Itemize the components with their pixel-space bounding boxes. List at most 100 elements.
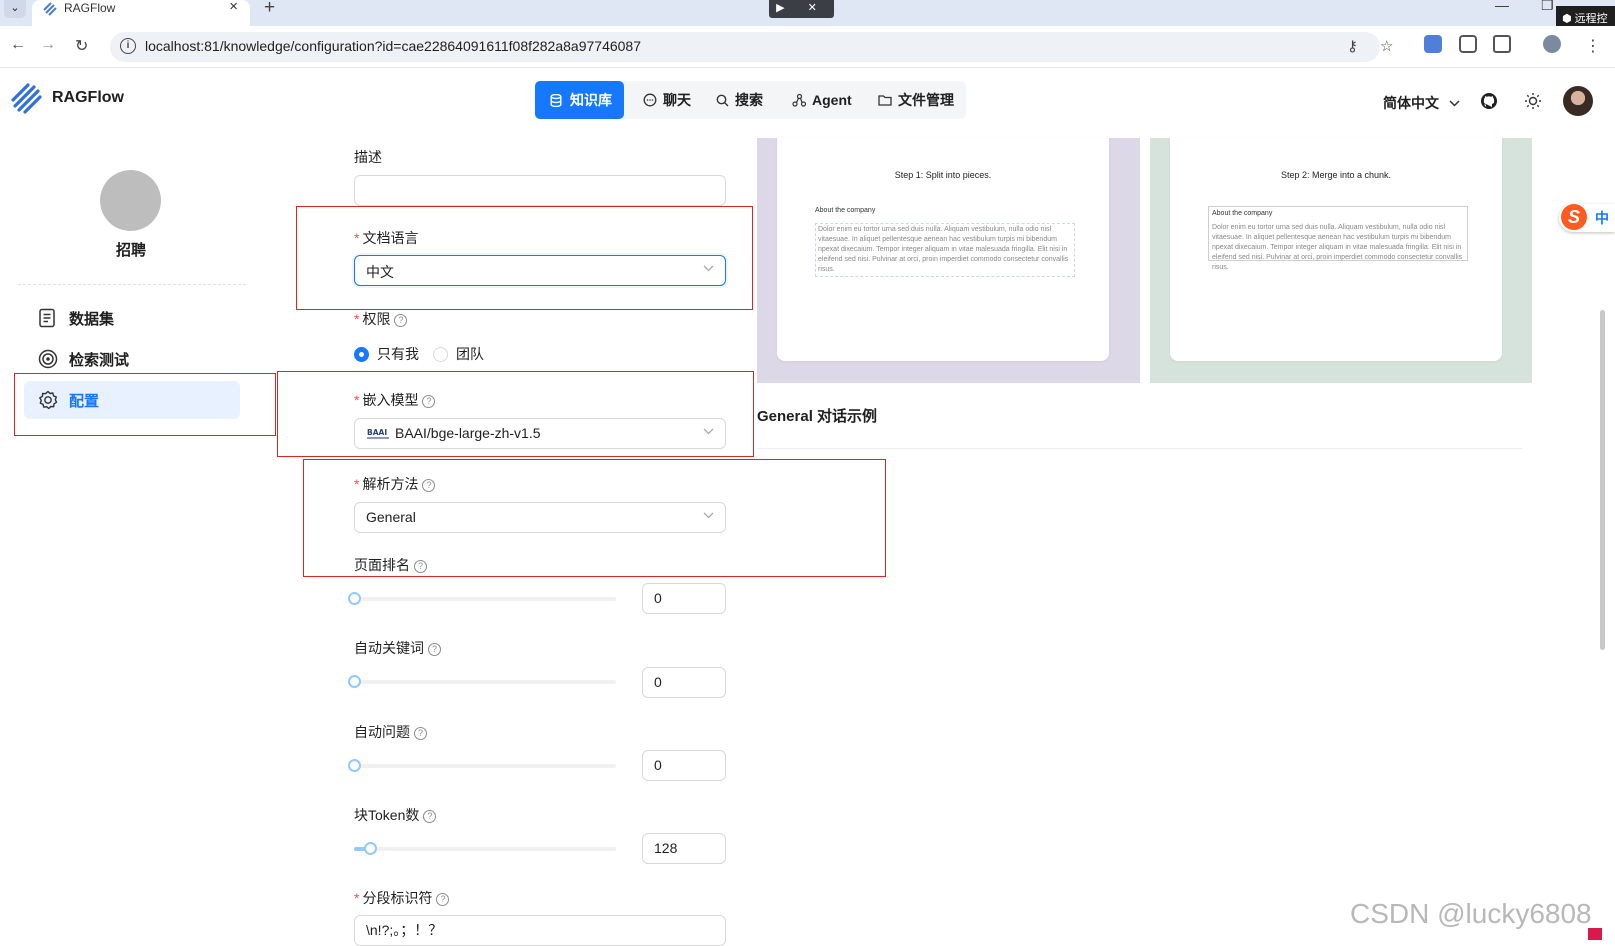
nav-agent[interactable]: Agent <box>789 81 861 119</box>
embedding-model-label-text: 嵌入模型 <box>362 392 419 408</box>
help-icon[interactable]: ? <box>423 810 437 823</box>
help-icon[interactable]: ? <box>414 727 427 740</box>
close-tab-icon[interactable]: × <box>229 0 238 15</box>
minimize-icon[interactable]: — <box>1495 0 1509 13</box>
back-arrow-icon[interactable]: ← <box>10 36 26 54</box>
url-field[interactable]: i localhost:81/knowledge/configuration?i… <box>110 32 1393 62</box>
profile-avatar-icon[interactable] <box>1543 35 1561 53</box>
slider-handle[interactable] <box>348 759 361 772</box>
chunk-method-select[interactable]: General <box>354 502 726 533</box>
chunk-method-label: * 解析方法? <box>354 474 436 494</box>
ime-indicator[interactable]: S 中 <box>1559 204 1615 232</box>
page-rank-label: 页面排名? <box>354 555 427 575</box>
description-input[interactable] <box>354 175 726 206</box>
ragflow-favicon-icon <box>43 2 57 16</box>
permission-radio-only-me[interactable]: 只有我 <box>354 344 419 364</box>
radio-checked-icon <box>354 347 369 362</box>
theme-sun-icon[interactable] <box>1524 92 1542 110</box>
embedding-model-select[interactable]: BAAI BAAI/bge-large-zh-v1.5 <box>354 418 726 449</box>
page-rank-slider[interactable] <box>348 591 616 605</box>
chunk-token-slider[interactable] <box>354 841 616 855</box>
permission-label: * 权限? <box>354 309 408 329</box>
help-icon[interactable]: ? <box>422 479 436 492</box>
radio-label: 团队 <box>456 346 484 362</box>
user-avatar[interactable] <box>1563 86 1593 116</box>
delimiter-label: * 分段标识符? <box>354 888 450 908</box>
reload-icon[interactable]: ↻ <box>75 36 88 56</box>
browser-menu-icon[interactable]: ⋮ <box>1585 36 1601 56</box>
help-icon[interactable]: ? <box>414 560 427 573</box>
browser-tab[interactable]: RAGFlow × <box>32 0 250 26</box>
tab-title: RAGFlow <box>64 1 116 15</box>
forward-arrow-icon[interactable]: → <box>40 36 56 54</box>
sidebar-item-configuration[interactable]: 配置 <box>24 381 240 419</box>
screen-extension-icon[interactable] <box>1459 35 1477 53</box>
page-rank-label-text: 页面排名 <box>354 557 410 573</box>
restore-icon[interactable]: ❐ <box>1541 0 1554 14</box>
auto-keywords-label: 自动关键词? <box>354 638 441 658</box>
sidebar-item-dataset[interactable]: 数据集 <box>24 299 240 337</box>
auto-keywords-label-text: 自动关键词 <box>354 640 424 656</box>
chunk-token-label-text: 块Token数 <box>354 807 420 823</box>
required-asterisk: * <box>354 392 360 408</box>
auto-questions-input[interactable]: 0 <box>642 750 726 781</box>
radio-label: 只有我 <box>377 346 419 362</box>
nav-knowledge-base[interactable]: 知识库 <box>535 81 624 119</box>
auto-keywords-slider[interactable] <box>348 674 616 688</box>
nav-file-management[interactable]: 文件管理 <box>874 81 964 119</box>
nav-chat[interactable]: 聊天 <box>638 81 698 119</box>
nav-label: 聊天 <box>663 92 691 108</box>
example-divider <box>757 448 1522 449</box>
delimiter-input[interactable]: \n!?;。；！？ <box>354 915 726 946</box>
sidebar-item-retrieval-test[interactable]: 检索测试 <box>24 340 240 378</box>
required-asterisk: * <box>354 890 360 906</box>
auto-keywords-input[interactable]: 0 <box>642 667 726 698</box>
baai-logo-icon: BAAI <box>367 428 389 439</box>
delimiter-label-text: 分段标识符 <box>362 890 433 906</box>
auto-questions-label-text: 自动问题 <box>354 724 410 740</box>
preview-card: Step 2: Merge into a chunk. About the co… <box>1170 138 1502 361</box>
slider-handle[interactable] <box>348 592 361 605</box>
permission-radio-team[interactable]: 团队 <box>433 344 484 364</box>
embedding-model-value: BAAI/bge-large-zh-v1.5 <box>395 425 541 441</box>
document-sample: About the company Dolor enim eu tortor u… <box>1208 206 1468 271</box>
dataset-icon <box>39 308 55 328</box>
sidebar-item-label: 配置 <box>69 393 100 410</box>
nav-search[interactable]: 搜索 <box>712 81 772 119</box>
translate-extension-icon[interactable] <box>1424 35 1442 53</box>
chevron-down-icon <box>703 428 714 435</box>
page-rank-input[interactable]: 0 <box>642 583 726 614</box>
password-key-icon[interactable]: ⚷ <box>1347 37 1358 55</box>
help-icon[interactable]: ? <box>394 314 408 327</box>
chevron-down-icon <box>703 512 714 519</box>
remote-control-bar[interactable]: ▶ ✕ <box>769 0 834 18</box>
embedding-model-label: * 嵌入模型? <box>354 390 436 410</box>
slider-handle[interactable] <box>363 842 377 855</box>
help-icon[interactable]: ? <box>428 643 441 656</box>
help-icon[interactable]: ? <box>436 893 450 906</box>
nav-label: Agent <box>812 92 852 108</box>
doc-language-select[interactable]: 中文 <box>354 255 726 286</box>
browser-tab-bar: ⌄ RAGFlow × + ▶ ✕ — ❐ ⬢ 远程控 <box>0 0 1615 34</box>
tab-search-button[interactable]: ⌄ <box>4 0 26 18</box>
extensions-puzzle-icon[interactable] <box>1493 35 1511 53</box>
doc-language-value: 中文 <box>366 264 394 280</box>
site-info-icon[interactable]: i <box>120 38 136 54</box>
github-icon[interactable] <box>1480 92 1498 110</box>
required-asterisk: * <box>354 476 360 492</box>
help-icon[interactable]: ? <box>422 395 436 408</box>
auto-questions-slider[interactable] <box>348 758 616 772</box>
chunk-token-input[interactable]: 128 <box>642 833 726 864</box>
slider-handle[interactable] <box>348 675 361 688</box>
required-asterisk: * <box>354 311 360 327</box>
permission-label-text: 权限 <box>362 311 391 327</box>
language-select[interactable]: 简体中文 <box>1383 93 1460 113</box>
doc-text: Dolor enim eu tortor urna sed duis nulla… <box>815 223 1075 277</box>
bookmark-star-icon[interactable]: ☆ <box>1380 37 1393 55</box>
doc-text: Dolor enim eu tortor urna sed duis nulla… <box>1212 224 1463 271</box>
doc-language-label: * 文档语言 <box>354 228 418 248</box>
description-label: 描述 <box>354 147 382 167</box>
doc-language-label-text: 文档语言 <box>362 230 419 246</box>
page-scrollbar[interactable] <box>1600 310 1605 650</box>
new-tab-icon[interactable]: + <box>264 0 275 19</box>
